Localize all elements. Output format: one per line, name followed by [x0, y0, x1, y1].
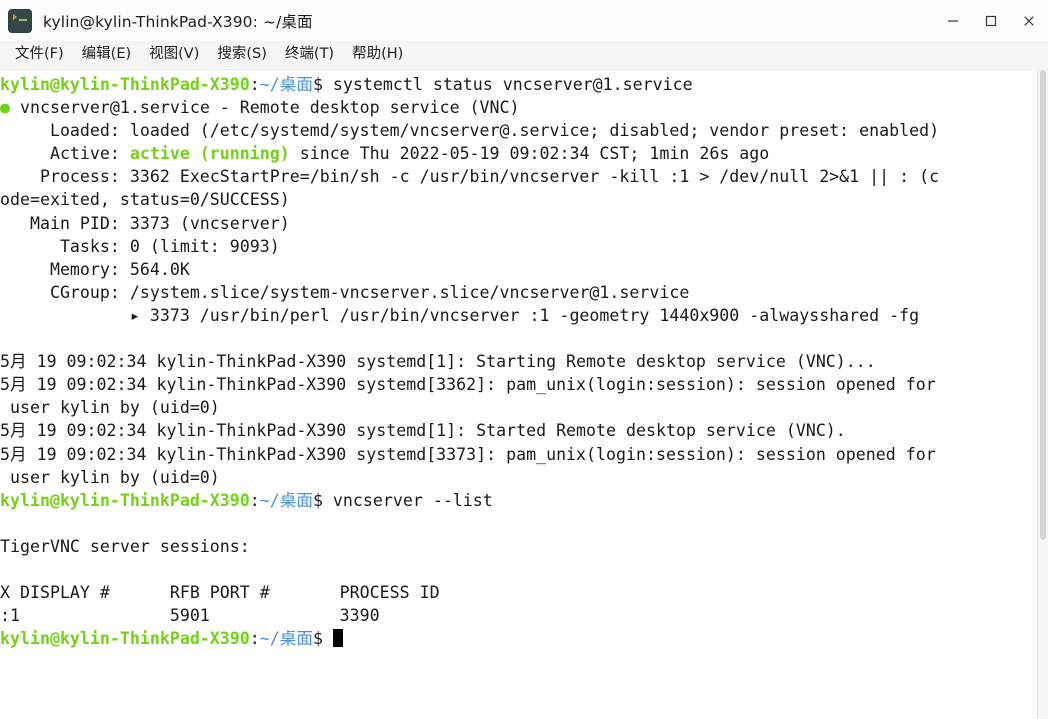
- close-button[interactable]: [1010, 0, 1048, 41]
- terminal-area[interactable]: kylin@kylin-ThinkPad-X390:~/桌面$ systemct…: [0, 70, 1048, 719]
- memory-line: Memory: 564.0K: [0, 258, 1037, 281]
- prompt-colon: :: [250, 629, 260, 648]
- status-bullet-icon: ●: [0, 98, 10, 117]
- cgroup-line: CGroup: /system.slice/system-vncserver.s…: [0, 281, 1037, 304]
- terminal-output[interactable]: kylin@kylin-ThinkPad-X390:~/桌面$ systemct…: [0, 70, 1037, 719]
- active-line: Active: active (running) since Thu 2022-…: [0, 142, 1037, 165]
- process-line-wrap: ode=exited, status=0/SUCCESS): [0, 188, 1037, 211]
- prompt-colon: :: [250, 491, 260, 510]
- minimize-button[interactable]: [934, 0, 972, 41]
- prompt-space: [323, 629, 333, 648]
- journal-line-4: 5月 19 09:02:34 kylin-ThinkPad-X390 syste…: [0, 443, 1037, 466]
- menu-item-help[interactable]: 帮助(H): [343, 45, 412, 65]
- process-line: Process: 3362 ExecStartPre=/bin/sh -c /u…: [0, 165, 1037, 188]
- window-title: kylin@kylin-ThinkPad-X390: ~/桌面: [43, 10, 313, 32]
- menu-item-edit[interactable]: 编辑(E): [73, 45, 140, 65]
- window-controls: [934, 0, 1048, 41]
- journal-line-4-wrap: user kylin by (uid=0): [0, 466, 1037, 489]
- active-state-value: active (running): [130, 144, 290, 163]
- title-bar: kylin@kylin-ThinkPad-X390: ~/桌面: [0, 0, 1048, 41]
- terminal-window: kylin@kylin-ThinkPad-X390: ~/桌面 文件(: [0, 0, 1048, 719]
- cgroup-child-line: ▸ 3373 /usr/bin/perl /usr/bin/vncserver …: [0, 304, 1037, 327]
- menu-item-view[interactable]: 视图(V): [140, 45, 208, 65]
- prompt-path: ~/桌面: [260, 629, 313, 648]
- terminal-icon: [9, 10, 31, 32]
- prompt-path: ~/桌面: [260, 75, 313, 94]
- journal-line-2: 5月 19 09:02:34 kylin-ThinkPad-X390 syste…: [0, 373, 1037, 396]
- main-pid-line: Main PID: 3373 (vncserver): [0, 212, 1037, 235]
- list-header-line: TigerVNC server sessions:: [0, 535, 1037, 558]
- prompt-sigil: $: [313, 629, 323, 648]
- text-cursor: [333, 629, 343, 647]
- scrollbar-thumb[interactable]: [1040, 70, 1046, 540]
- maximize-button[interactable]: [972, 0, 1010, 41]
- service-header-line: ● vncserver@1.service - Remote desktop s…: [0, 96, 1037, 119]
- menu-item-terminal[interactable]: 终端(T): [276, 45, 343, 65]
- list-blank-1: [0, 512, 1037, 535]
- list-session-row: :1 5901 3390: [0, 604, 1037, 627]
- service-header-text: vncserver@1.service - Remote desktop ser…: [10, 98, 520, 117]
- prompt-user-host: kylin@kylin-ThinkPad-X390: [0, 491, 250, 510]
- terminal-icon-caret: [13, 14, 17, 20]
- prompt-user-host: kylin@kylin-ThinkPad-X390: [0, 75, 250, 94]
- terminal-icon-line: [19, 19, 27, 21]
- prompt-line-1: kylin@kylin-ThinkPad-X390:~/桌面$ systemct…: [0, 73, 1037, 96]
- prompt-sigil: $: [313, 491, 323, 510]
- prompt-line-3: kylin@kylin-ThinkPad-X390:~/桌面$: [0, 627, 1037, 650]
- prompt-sigil: $: [313, 75, 323, 94]
- journal-line-3: 5月 19 09:02:34 kylin-ThinkPad-X390 syste…: [0, 419, 1037, 442]
- blank-line-1: [0, 327, 1037, 350]
- prompt-user-host: kylin@kylin-ThinkPad-X390: [0, 629, 250, 648]
- active-label: Active:: [0, 144, 130, 163]
- menu-item-file[interactable]: 文件(F): [6, 45, 73, 65]
- command-text-1: systemctl status vncserver@1.service: [323, 75, 693, 94]
- list-blank-2: [0, 558, 1037, 581]
- prompt-colon: :: [250, 75, 260, 94]
- menu-bar: 文件(F) 编辑(E) 视图(V) 搜索(S) 终端(T) 帮助(H): [0, 41, 1048, 70]
- prompt-line-2: kylin@kylin-ThinkPad-X390:~/桌面$ vncserve…: [0, 489, 1037, 512]
- journal-line-2-wrap: user kylin by (uid=0): [0, 396, 1037, 419]
- prompt-path: ~/桌面: [260, 491, 313, 510]
- loaded-line: Loaded: loaded (/etc/systemd/system/vncs…: [0, 119, 1037, 142]
- command-text-2: vncserver --list: [323, 491, 493, 510]
- active-state-suffix: since Thu 2022-05-19 09:02:34 CST; 1min …: [290, 144, 770, 163]
- terminal-scrollbar[interactable]: [1037, 70, 1048, 719]
- tasks-line: Tasks: 0 (limit: 9093): [0, 235, 1037, 258]
- journal-line-1: 5月 19 09:02:34 kylin-ThinkPad-X390 syste…: [0, 350, 1037, 373]
- menu-item-search[interactable]: 搜索(S): [208, 45, 276, 65]
- list-column-header: X DISPLAY # RFB PORT # PROCESS ID: [0, 581, 1037, 604]
